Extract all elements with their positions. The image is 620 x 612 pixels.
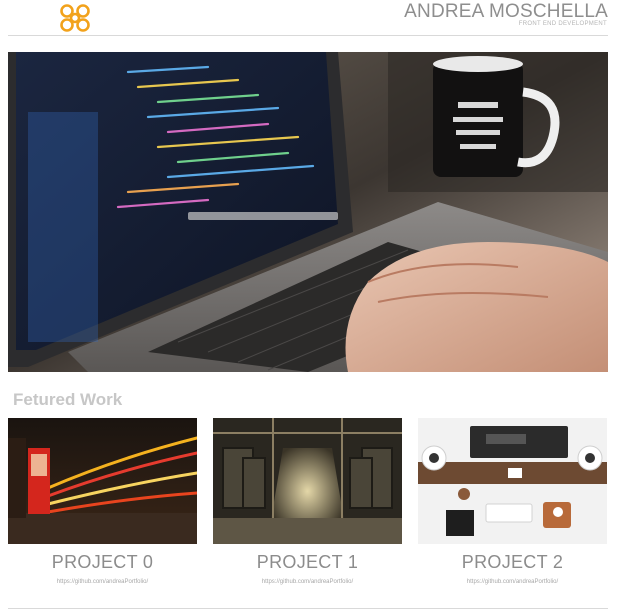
project-thumbnail[interactable] bbox=[8, 418, 197, 544]
project-card[interactable]: PROJECT 1 https://github.com/andreaPortf… bbox=[213, 418, 402, 585]
featured-work-heading: Fetured Work bbox=[13, 390, 123, 409]
project-thumbnail[interactable] bbox=[213, 418, 402, 544]
project-thumbnail[interactable] bbox=[418, 418, 607, 544]
footer-divider bbox=[8, 608, 608, 609]
project-link[interactable]: https://github.com/andreaPortfolio/ bbox=[8, 579, 197, 585]
project-link[interactable]: https://github.com/andreaPortfolio/ bbox=[213, 579, 402, 585]
logo-icon[interactable] bbox=[58, 2, 92, 34]
site-name: ANDREA MOSCHELLA bbox=[404, 1, 608, 22]
project-card[interactable]: PROJECT 2 https://github.com/andreaPortf… bbox=[418, 418, 607, 585]
project-title[interactable]: PROJECT 1 bbox=[213, 552, 402, 573]
site-header: ANDREA MOSCHELLA FRONT END DEVELOPMENT bbox=[8, 0, 608, 36]
hero-image bbox=[8, 52, 608, 372]
site-tagline: FRONT END DEVELOPMENT bbox=[518, 21, 607, 27]
project-title[interactable]: PROJECT 0 bbox=[8, 552, 197, 573]
project-link[interactable]: https://github.com/andreaPortfolio/ bbox=[418, 579, 607, 585]
project-card[interactable]: PROJECT 0 https://github.com/andreaPortf… bbox=[8, 418, 197, 585]
project-title[interactable]: PROJECT 2 bbox=[418, 552, 607, 573]
